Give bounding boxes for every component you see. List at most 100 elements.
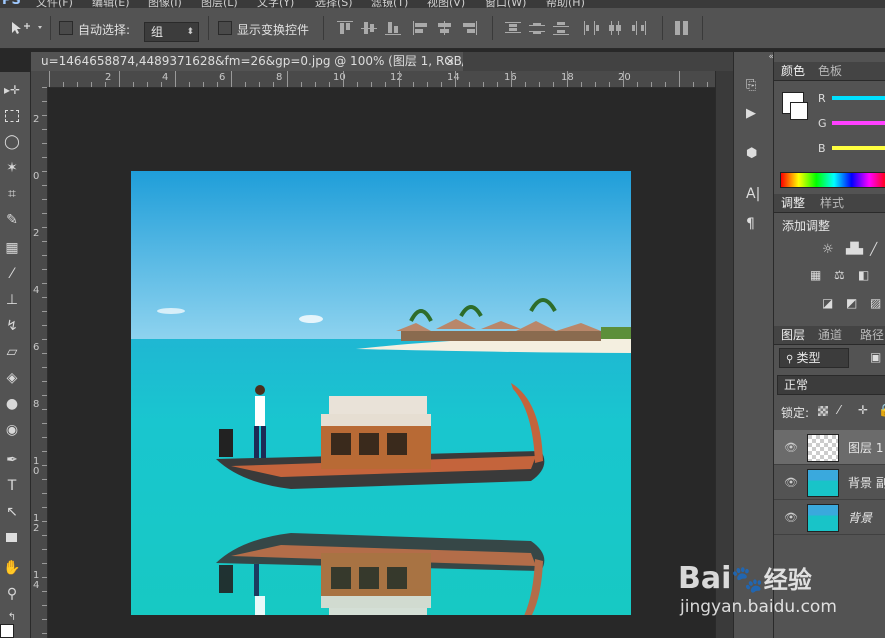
collapse-icon[interactable]: « — [734, 52, 774, 62]
tab-swatches[interactable]: 色板 — [818, 62, 842, 80]
tab-adjustments[interactable]: 调整 — [781, 194, 805, 212]
rectangle-tool-icon[interactable] — [2, 528, 22, 548]
ruler-tick — [42, 213, 47, 214]
channel-r-slider[interactable] — [832, 96, 885, 100]
menu-help[interactable]: 帮助(H) — [546, 0, 585, 8]
brush-tool-icon[interactable]: ⁄ — [2, 264, 22, 284]
actions-panel-icon[interactable]: ▶ — [746, 106, 756, 121]
3d-panel-icon[interactable]: ⬢ — [746, 146, 757, 161]
show-transform-checkbox[interactable] — [218, 21, 232, 35]
visibility-eye-icon[interactable]: 👁 — [784, 476, 798, 489]
paragraph-panel-icon[interactable]: ¶ — [746, 216, 755, 232]
layer-row[interactable]: 👁 图层 1 — [774, 430, 885, 465]
menu-filter[interactable]: 滤镜(T) — [371, 0, 408, 8]
clone-stamp-icon[interactable]: ⊥ — [2, 290, 22, 310]
ruler-tick — [707, 82, 708, 87]
align-left-icon[interactable] — [413, 21, 429, 35]
black-white-icon[interactable]: ◧ — [858, 268, 869, 282]
distribute-top-icon[interactable] — [505, 21, 521, 35]
curves-icon[interactable]: ╱ — [870, 242, 877, 256]
channel-g-slider[interactable] — [832, 121, 885, 125]
levels-icon[interactable]: ▟▙ — [846, 242, 863, 255]
foreground-color-swatch[interactable] — [0, 624, 14, 638]
align-right-icon[interactable] — [461, 21, 477, 35]
layer-row[interactable]: 👁 背景 副 — [774, 465, 885, 500]
menu-layer[interactable]: 图层(L) — [201, 0, 238, 8]
pen-tool-icon[interactable]: ✒ — [2, 450, 22, 470]
brightness-icon[interactable]: ☼ — [822, 242, 834, 257]
align-vcenter-icon[interactable] — [361, 21, 377, 35]
menu-image[interactable]: 图像(I) — [148, 0, 182, 8]
document-tab[interactable]: u=1464658874,4489371628&fm=26&gp=0.jpg @… — [31, 52, 498, 71]
hand-tool-icon[interactable]: ✋ — [2, 558, 22, 578]
magic-wand-icon[interactable]: ✶ — [2, 158, 22, 178]
history-panel-icon[interactable]: ⎘ — [746, 78, 756, 93]
tab-layers[interactable]: 图层 — [781, 326, 805, 344]
eyedropper-icon[interactable]: ✎ — [2, 210, 22, 230]
layer-filter-dropdown[interactable]: ⚲ 类型 — [779, 348, 849, 368]
chevron-updown-icon: ⬍ — [186, 27, 194, 37]
move-tool-icon[interactable]: ▸✛ — [2, 80, 22, 100]
blend-mode-dropdown[interactable]: 正常 — [777, 375, 885, 395]
menu-file[interactable]: 文件(F) — [36, 0, 73, 8]
path-select-icon[interactable]: ↖ — [2, 502, 22, 522]
align-hcenter-icon[interactable] — [437, 21, 453, 35]
dodge-tool-icon[interactable]: ◉ — [2, 420, 22, 440]
visibility-eye-icon[interactable]: 👁 — [784, 441, 798, 454]
blur-tool-icon[interactable]: ● — [2, 394, 22, 414]
align-bottom-icon[interactable] — [385, 21, 401, 35]
image-filter-icon[interactable]: ▣ — [870, 350, 881, 364]
lock-transparency-icon[interactable] — [818, 406, 828, 416]
distribute-hcenter-icon[interactable] — [607, 21, 623, 35]
distribute-left-icon[interactable] — [583, 21, 599, 35]
hue-saturation-icon[interactable]: ▦ — [810, 268, 821, 282]
distribute-vcenter-icon[interactable] — [529, 21, 545, 35]
auto-align-icon[interactable] — [674, 21, 690, 35]
canvas-workspace[interactable] — [49, 88, 715, 638]
align-top-icon[interactable] — [337, 21, 353, 35]
horizontal-ruler[interactable]: 2468101214161820 — [49, 71, 715, 88]
zoom-tool-icon[interactable]: ⚲ — [2, 584, 22, 604]
menu-window[interactable]: 窗口(W) — [485, 0, 526, 8]
crop-tool-icon[interactable]: ⌗ — [2, 184, 22, 204]
move-tool-preset[interactable] — [10, 20, 44, 36]
close-tab-icon[interactable]: × — [445, 52, 455, 71]
color-spectrum[interactable] — [780, 172, 885, 188]
ruler-tick — [693, 82, 694, 87]
color-balance-icon[interactable]: ⚖ — [834, 268, 845, 282]
menu-type[interactable]: 文字(Y) — [257, 0, 294, 8]
lock-paint-icon[interactable]: ⁄ — [838, 403, 840, 417]
distribute-right-icon[interactable] — [631, 21, 647, 35]
document-image[interactable] — [131, 171, 631, 615]
tab-styles[interactable]: 样式 — [820, 194, 844, 212]
menu-view[interactable]: 视图(V) — [427, 0, 465, 8]
layer-row[interactable]: 👁 背景 — [774, 500, 885, 535]
posterize-icon[interactable]: ◩ — [846, 296, 857, 310]
distribute-bottom-icon[interactable] — [553, 21, 569, 35]
auto-select-checkbox[interactable] — [59, 21, 73, 35]
menu-edit[interactable]: 编辑(E) — [92, 0, 130, 8]
eraser-tool-icon[interactable]: ▱ — [2, 342, 22, 362]
lasso-tool-icon[interactable]: ◯ — [2, 132, 22, 152]
healing-brush-icon[interactable]: ▦ — [2, 238, 22, 258]
visibility-eye-icon[interactable]: 👁 — [784, 511, 798, 524]
tab-paths[interactable]: 路径 — [860, 326, 884, 344]
ruler-origin[interactable] — [31, 71, 49, 87]
character-panel-icon[interactable]: A| — [746, 186, 760, 202]
auto-select-dropdown[interactable]: 组 ⬍ — [144, 22, 199, 42]
marquee-tool-icon[interactable] — [2, 106, 22, 126]
tab-channels[interactable]: 通道 — [818, 326, 842, 344]
paint-bucket-icon[interactable]: ◈ — [2, 368, 22, 388]
tab-color[interactable]: 颜色 — [781, 62, 805, 80]
lock-all-icon[interactable]: 🔒 — [878, 403, 885, 417]
channel-b-slider[interactable] — [832, 146, 885, 150]
type-tool-icon[interactable]: T — [2, 476, 22, 496]
vertical-ruler[interactable]: 2 0 2 4 6 8 1 0 1 2 1 4 — [31, 87, 48, 638]
menu-select[interactable]: 选择(S) — [315, 0, 353, 8]
invert-icon[interactable]: ◪ — [822, 296, 833, 310]
gradient-map-icon[interactable]: ▨ — [870, 296, 881, 310]
background-swatch[interactable] — [790, 102, 808, 120]
lock-position-icon[interactable]: ✛ — [858, 403, 868, 417]
history-brush-icon[interactable]: ↯ — [2, 316, 22, 336]
vertical-scrollbar[interactable] — [715, 71, 734, 638]
